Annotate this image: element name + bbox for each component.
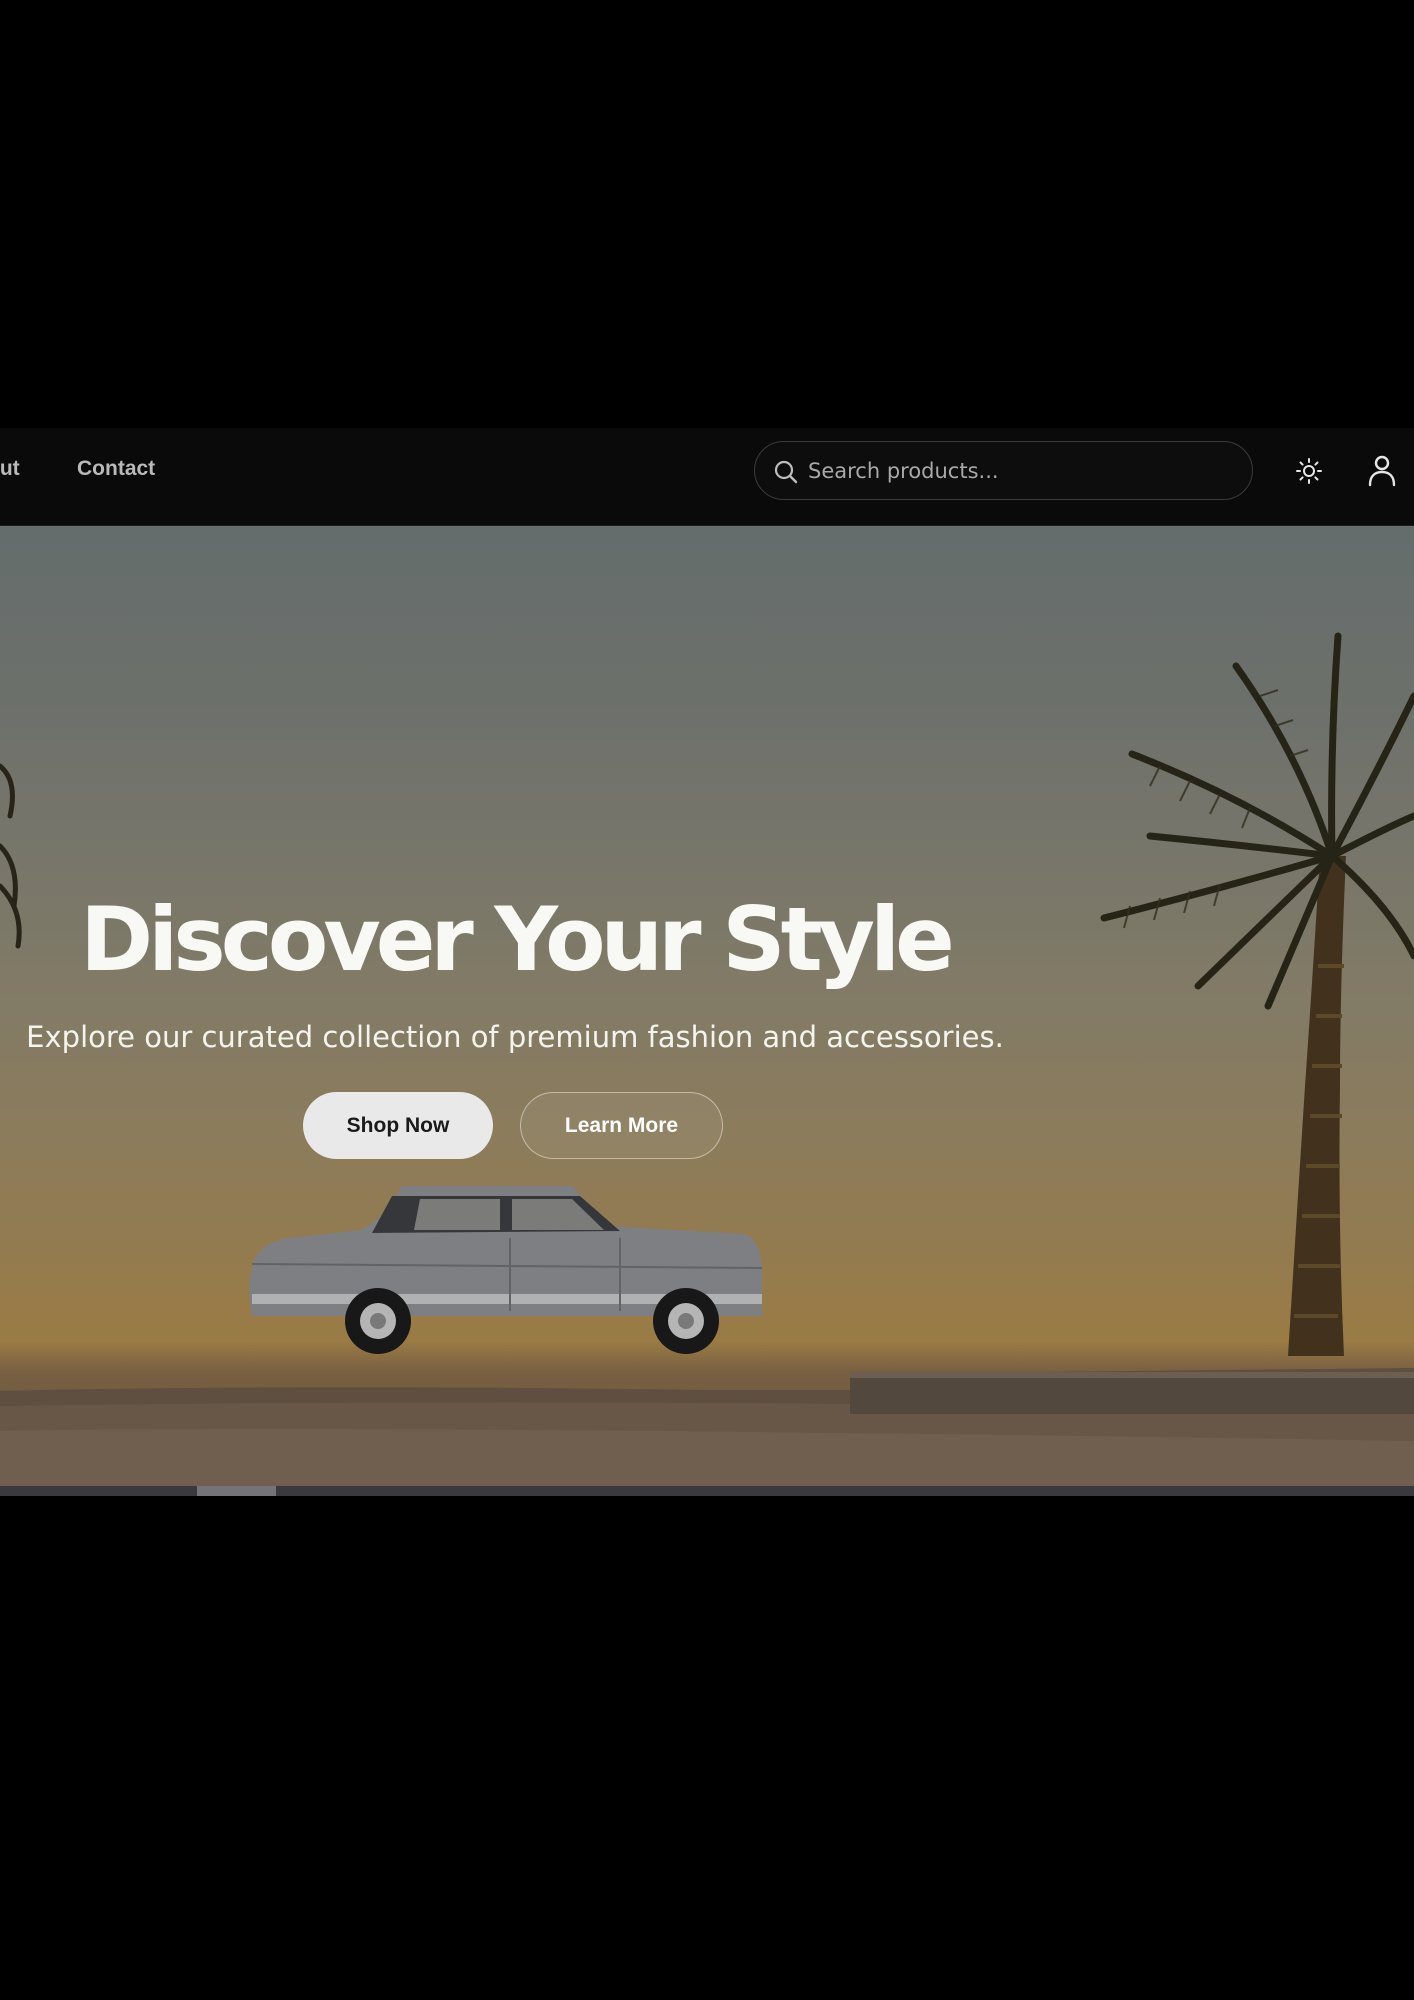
user-icon [1368,455,1396,487]
learn-more-button[interactable]: Learn More [520,1092,723,1159]
nav-link-about[interactable]: out [0,458,20,479]
hero-title: Discover Your Style [80,888,955,991]
top-navbar: out Contact [0,428,1414,526]
sun-icon [1296,458,1322,484]
shop-now-button[interactable]: Shop Now [303,1092,493,1159]
hero-background-image [0,526,1414,1486]
hero-subtitle: Explore our curated collection of premiu… [26,1020,1004,1054]
carousel-progress-track[interactable] [0,1486,1414,1496]
nav-link-contact[interactable]: Contact [77,458,155,479]
account-button[interactable] [1364,452,1400,488]
search-input[interactable] [808,452,1228,490]
hero-banner: Discover Your Style Explore our curated … [0,526,1414,1486]
carousel-progress-indicator[interactable] [197,1486,276,1496]
search-icon [774,460,798,484]
search-bar[interactable] [754,441,1253,500]
theme-toggle-button[interactable] [1291,453,1327,489]
page-frame: out Contact [0,428,1414,1496]
